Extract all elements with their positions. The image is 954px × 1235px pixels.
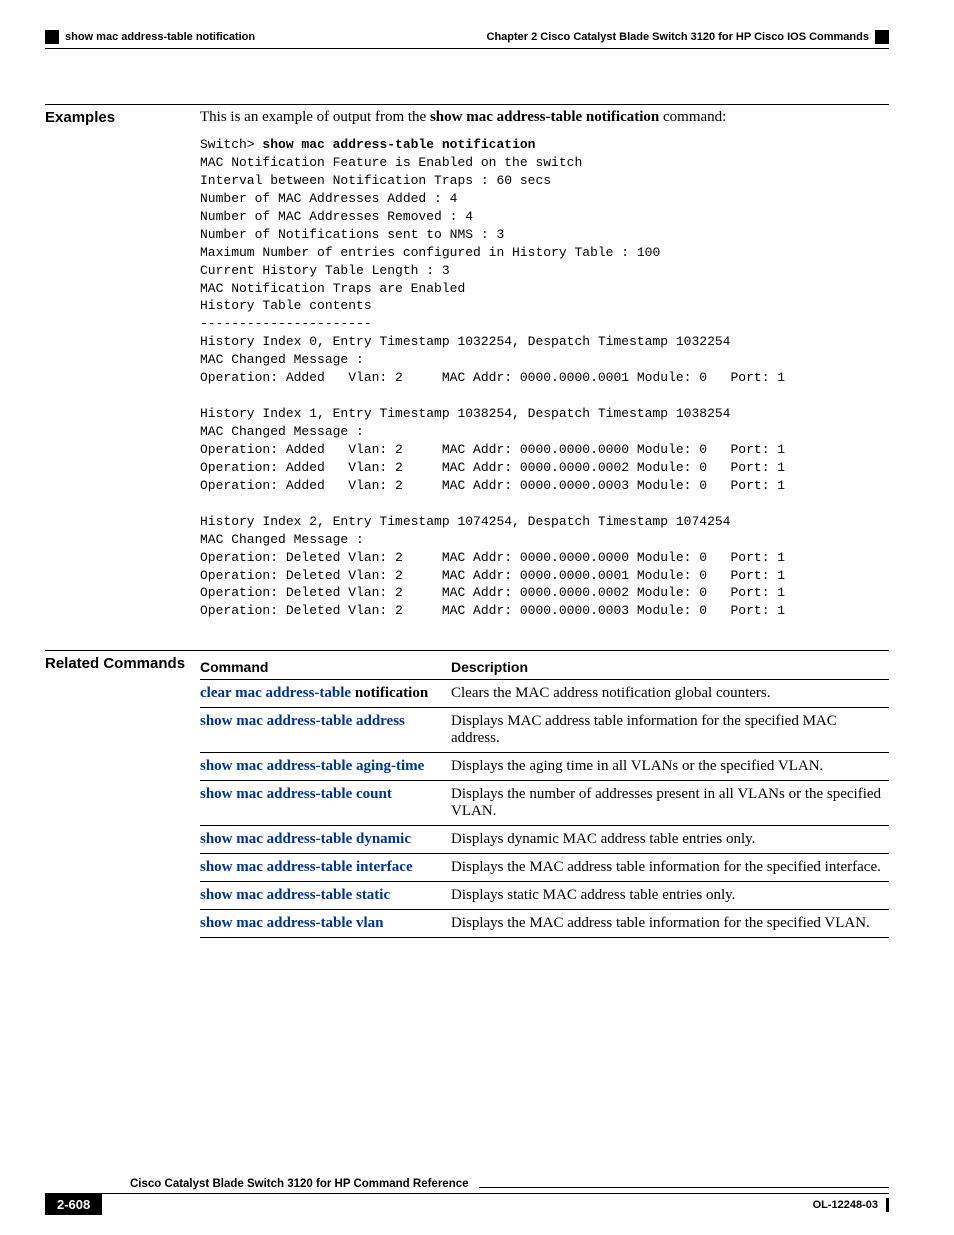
command-link[interactable]: show mac address-table aging-time <box>200 758 424 774</box>
cli-body: MAC Notification Feature is Enabled on t… <box>200 155 785 618</box>
description-cell: Clears the MAC address notification glob… <box>451 680 889 708</box>
table-header-command: Command <box>200 655 451 680</box>
doc-id: OL-12248-03 <box>813 1199 878 1211</box>
description-cell: Displays the MAC address table informati… <box>451 854 889 882</box>
table-row: show mac address-table aging-time Display… <box>200 753 889 781</box>
command-cell: show mac address-table vlan <box>200 910 451 938</box>
running-section: show mac address-table notification <box>65 31 255 43</box>
footer-right-mark <box>886 1198 889 1212</box>
related-commands-section: Related Commands Command Description cle… <box>45 650 889 938</box>
examples-intro-cmd: show mac address-table notification <box>430 109 659 125</box>
command-cell: clear mac address-table notification <box>200 680 451 708</box>
table-row: show mac address-table vlan Displays the … <box>200 910 889 938</box>
command-cell: show mac address-table static <box>200 882 451 910</box>
related-commands-heading: Related Commands <box>45 655 200 672</box>
table-row: clear mac address-table notificationClea… <box>200 680 889 708</box>
examples-intro-pre: This is an example of output from the <box>200 109 430 125</box>
page-footer: Cisco Catalyst Blade Switch 3120 for HP … <box>45 1178 889 1215</box>
cli-prompt: Switch> <box>200 137 262 152</box>
header-left-mark <box>45 30 59 44</box>
description-cell: Displays the MAC address table informati… <box>451 910 889 938</box>
command-link[interactable]: show mac address-table interface <box>200 859 413 875</box>
description-cell: Displays the aging time in all VLANs or … <box>451 753 889 781</box>
table-row: show mac address-table address Displays M… <box>200 708 889 753</box>
examples-section: Examples This is an example of output fr… <box>45 104 889 620</box>
command-cell: show mac address-table interface <box>200 854 451 882</box>
footer-title-rule <box>479 1187 889 1188</box>
command-link[interactable]: show mac address-table count <box>200 786 392 802</box>
chapter-title: Chapter 2 Cisco Catalyst Blade Switch 31… <box>487 31 869 43</box>
command-link[interactable]: clear mac address-table <box>200 685 351 701</box>
description-cell: Displays dynamic MAC address table entri… <box>451 826 889 854</box>
command-link[interactable]: show mac address-table address <box>200 713 405 729</box>
table-row: show mac address-table count Displays the… <box>200 781 889 826</box>
description-cell: Displays static MAC address table entrie… <box>451 882 889 910</box>
command-link[interactable]: show mac address-table dynamic <box>200 831 411 847</box>
command-cell: show mac address-table address <box>200 708 451 753</box>
command-cell: show mac address-table dynamic <box>200 826 451 854</box>
cli-command: show mac address-table notification <box>262 137 535 152</box>
page-number: 2-608 <box>45 1194 102 1215</box>
command-plain: notification <box>351 685 428 701</box>
header-rule <box>45 48 889 49</box>
table-header-description: Description <box>451 655 889 680</box>
description-cell: Displays MAC address table information f… <box>451 708 889 753</box>
examples-intro-post: command: <box>659 109 726 125</box>
examples-heading: Examples <box>45 109 200 126</box>
command-link[interactable]: show mac address-table vlan <box>200 915 384 931</box>
cli-output: Switch> show mac address-table notificat… <box>200 136 889 620</box>
description-cell: Displays the number of addresses present… <box>451 781 889 826</box>
command-link[interactable]: show mac address-table static <box>200 887 390 903</box>
header-right-mark <box>875 30 889 44</box>
table-row: show mac address-table dynamic Displays d… <box>200 826 889 854</box>
footer-book-title: Cisco Catalyst Blade Switch 3120 for HP … <box>130 1178 469 1190</box>
table-row: show mac address-table interface Displays… <box>200 854 889 882</box>
command-cell: show mac address-table aging-time <box>200 753 451 781</box>
table-row: show mac address-table static Displays st… <box>200 882 889 910</box>
command-cell: show mac address-table count <box>200 781 451 826</box>
related-commands-table: Command Description clear mac address-ta… <box>200 655 889 938</box>
examples-intro: This is an example of output from the sh… <box>200 109 889 126</box>
